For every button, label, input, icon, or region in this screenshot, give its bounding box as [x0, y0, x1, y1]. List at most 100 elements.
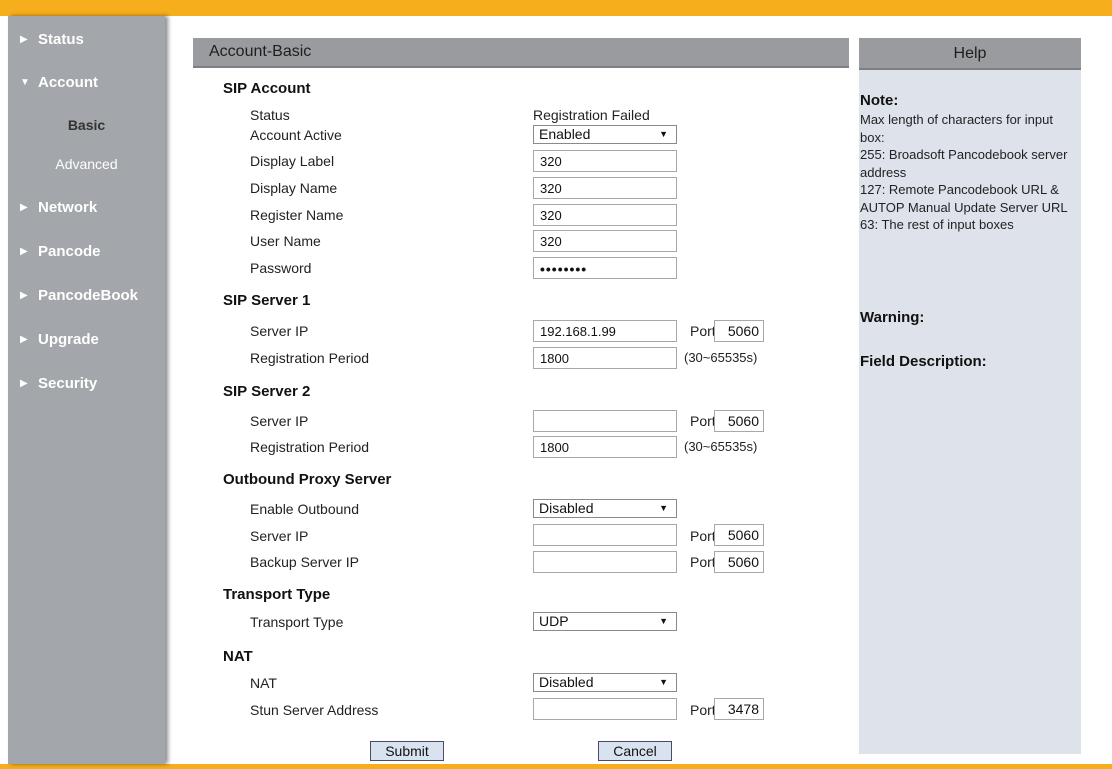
account-active-selected-value: Enabled: [539, 126, 591, 142]
triangle-right-icon: ▶: [20, 378, 28, 389]
password-label: Password: [250, 260, 312, 276]
transport-type-selected-value: UDP: [539, 613, 569, 629]
bottom-accent-bar: [0, 764, 1112, 769]
server2-reg-period-input[interactable]: 1800: [533, 436, 677, 458]
top-accent-bar: [0, 0, 1112, 16]
nat-label: NAT: [250, 675, 277, 691]
enable-outbound-label: Enable Outbound: [250, 501, 359, 517]
password-input[interactable]: ••••••••: [533, 257, 677, 279]
stun-port-input[interactable]: 3478: [714, 698, 764, 720]
sidebar-item-security[interactable]: ▶ Security: [8, 372, 165, 396]
server1-reg-period-range: (30~65535s): [684, 350, 758, 365]
enable-outbound-select[interactable]: Disabled ▼: [533, 499, 677, 518]
note-line: 255: Broadsoft Pancodebook server addres…: [860, 147, 1068, 180]
sidebar-subitem-advanced[interactable]: Advanced: [8, 153, 165, 175]
sidebar-item-label: Account: [38, 74, 98, 91]
user-name-label: User Name: [250, 233, 321, 249]
stun-port-label: Port: [690, 702, 716, 718]
enable-outbound-selected-value: Disabled: [539, 500, 594, 516]
sidebar-item-label: Pancode: [38, 243, 101, 260]
sidebar-item-network[interactable]: ▶ Network: [8, 196, 165, 220]
backup-server-port-input[interactable]: 5060: [714, 551, 764, 573]
status-label: Status: [250, 107, 290, 123]
transport-type-label: Transport Type: [250, 614, 344, 630]
server1-reg-period-label: Registration Period: [250, 350, 370, 366]
triangle-right-icon: ▶: [20, 334, 28, 345]
display-name-label: Display Name: [250, 180, 338, 196]
help-panel: Help Note: Max length of characters for …: [859, 38, 1081, 754]
sidebar-item-label: Network: [38, 199, 98, 216]
sidebar-item-pancode[interactable]: ▶ Pancode: [8, 240, 165, 264]
page-title-bar: Account-Basic: [193, 38, 849, 68]
sidebar-item-label: PancodeBook: [38, 287, 139, 304]
sidebar-item-upgrade[interactable]: ▶ Upgrade: [8, 328, 165, 352]
sidebar-item-label: Security: [38, 375, 98, 392]
server2-ip-input[interactable]: [533, 410, 677, 432]
sidebar-item-label: Upgrade: [38, 331, 99, 348]
user-name-input[interactable]: 320: [533, 230, 677, 252]
outbound-server-port-label: Port: [690, 528, 716, 544]
sidebar-nav: ▶ Status ▼ Account Basic Advanced ▶ Netw…: [8, 16, 165, 764]
sidebar-item-account[interactable]: ▼ Account: [8, 71, 165, 95]
dropdown-caret-icon: ▼: [659, 129, 668, 139]
section-title-nat: NAT: [223, 648, 253, 665]
triangle-right-icon: ▶: [20, 34, 28, 45]
section-title-sip-account: SIP Account: [223, 80, 311, 97]
server1-port-input[interactable]: 5060: [714, 320, 764, 342]
outbound-server-ip-label: Server IP: [250, 528, 309, 544]
server1-port-label: Port: [690, 323, 716, 339]
page-title: Account-Basic: [209, 43, 312, 60]
display-label-input[interactable]: 320: [533, 150, 677, 172]
display-name-input[interactable]: 320: [533, 177, 677, 199]
note-heading: Note:: [860, 92, 899, 109]
triangle-right-icon: ▶: [20, 290, 28, 301]
triangle-right-icon: ▶: [20, 202, 28, 213]
sidebar-item-label: Status: [38, 31, 84, 48]
cancel-button[interactable]: Cancel: [598, 741, 672, 761]
note-text: Max length of characters for input box: …: [860, 111, 1076, 234]
server2-port-label: Port: [690, 413, 716, 429]
section-title-transport-type: Transport Type: [223, 586, 331, 603]
backup-server-ip-input[interactable]: [533, 551, 677, 573]
triangle-down-icon: ▼: [20, 77, 30, 88]
outbound-server-ip-input[interactable]: [533, 524, 677, 546]
server2-reg-period-label: Registration Period: [250, 439, 370, 455]
sidebar-item-pancodebook[interactable]: ▶ PancodeBook: [8, 284, 165, 308]
server2-port-input[interactable]: 5060: [714, 410, 764, 432]
note-line: 63: The rest of input boxes: [860, 217, 1014, 232]
server1-ip-label: Server IP: [250, 323, 309, 339]
nat-selected-value: Disabled: [539, 674, 594, 690]
submit-button[interactable]: Submit: [370, 741, 444, 761]
stun-server-label: Stun Server Address: [250, 702, 379, 718]
dropdown-caret-icon: ▼: [659, 503, 668, 513]
account-active-select[interactable]: Enabled ▼: [533, 125, 677, 144]
help-title: Help: [859, 38, 1081, 70]
backup-server-port-label: Port: [690, 554, 716, 570]
dropdown-caret-icon: ▼: [659, 677, 668, 687]
registration-status-value: Registration Failed: [533, 107, 650, 123]
section-title-outbound-proxy: Outbound Proxy Server: [223, 471, 392, 488]
note-line: Max length of characters for input box:: [860, 112, 1053, 145]
display-label-label: Display Label: [250, 153, 335, 169]
server1-reg-period-input[interactable]: 1800: [533, 347, 677, 369]
outbound-server-port-input[interactable]: 5060: [714, 524, 764, 546]
register-name-input[interactable]: 320: [533, 204, 677, 226]
note-line: 127: Remote Pancodebook URL & AUTOP Manu…: [860, 182, 1068, 215]
warning-heading: Warning:: [860, 309, 925, 326]
section-title-sip-server-2: SIP Server 2: [223, 383, 311, 400]
section-title-sip-server-1: SIP Server 1: [223, 292, 311, 309]
backup-server-ip-label: Backup Server IP: [250, 554, 359, 570]
server1-ip-input[interactable]: 192.168.1.99: [533, 320, 677, 342]
field-description-heading: Field Description:: [860, 353, 987, 370]
server2-reg-period-range: (30~65535s): [684, 439, 758, 454]
account-active-label: Account Active: [250, 127, 342, 143]
server2-ip-label: Server IP: [250, 413, 309, 429]
dropdown-caret-icon: ▼: [659, 616, 668, 626]
sidebar-subitem-basic[interactable]: Basic: [8, 114, 165, 136]
transport-type-select[interactable]: UDP ▼: [533, 612, 677, 631]
nat-select[interactable]: Disabled ▼: [533, 673, 677, 692]
stun-server-input[interactable]: [533, 698, 677, 720]
sidebar-item-status[interactable]: ▶ Status: [8, 28, 165, 52]
register-name-label: Register Name: [250, 207, 344, 223]
triangle-right-icon: ▶: [20, 246, 28, 257]
